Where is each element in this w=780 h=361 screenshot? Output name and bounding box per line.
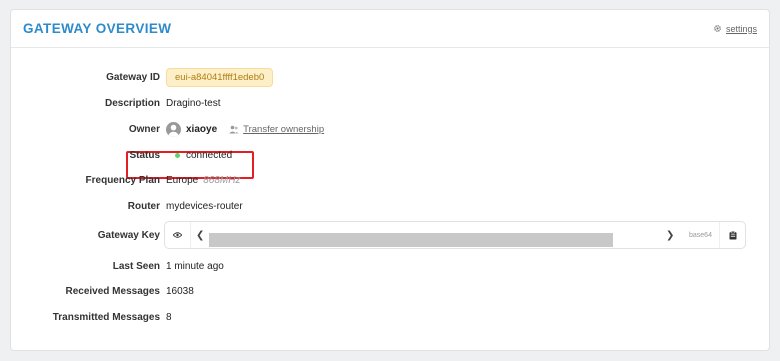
copy-key-button[interactable] bbox=[719, 222, 745, 248]
frequency-region: Europe bbox=[166, 174, 199, 186]
row-status: Status connected bbox=[11, 146, 771, 164]
frequency-plan-label: Frequency Plan bbox=[85, 174, 160, 186]
clipboard-icon bbox=[729, 230, 736, 239]
router-label: Router bbox=[127, 200, 160, 212]
owner-name: xiaoye bbox=[186, 123, 218, 135]
key-scroll-area[interactable]: ❮ ❯ base64 bbox=[191, 222, 719, 248]
router-value: mydevices-router bbox=[166, 200, 243, 212]
owner-value: xiaoye Transfer ownership bbox=[166, 121, 324, 137]
transmitted-messages-value: 8 bbox=[166, 311, 172, 323]
key-scrollbar-thumb[interactable] bbox=[209, 233, 613, 247]
row-router: Router mydevices-router bbox=[11, 197, 771, 215]
description-value: Dragino-test bbox=[166, 97, 221, 109]
gateway-overview-panel: GATEWAY OVERVIEW settings Gateway ID eui… bbox=[10, 9, 770, 351]
status-text: connected bbox=[186, 149, 233, 161]
row-description: Description Dragino-test bbox=[11, 94, 771, 112]
key-encoding-label[interactable]: base64 bbox=[689, 232, 712, 239]
received-messages-label: Received Messages bbox=[65, 285, 160, 297]
gateway-id-value-wrap: eui-a84041ffff1edeb0 bbox=[166, 67, 274, 87]
row-frequency-plan: Frequency Plan Europe 868MHz bbox=[11, 171, 771, 189]
last-seen-label: Last Seen bbox=[112, 260, 160, 272]
description-label: Description bbox=[104, 97, 160, 109]
row-gateway-id: Gateway ID eui-a84041ffff1edeb0 bbox=[11, 67, 771, 87]
gateway-id-label: Gateway ID bbox=[106, 71, 160, 83]
row-transmitted-messages: Transmitted Messages 8 bbox=[11, 308, 771, 326]
panel-header: GATEWAY OVERVIEW settings bbox=[11, 10, 769, 48]
transmitted-messages-label: Transmitted Messages bbox=[52, 311, 160, 323]
chevron-left-icon[interactable]: ❮ bbox=[196, 230, 204, 241]
owner-label: Owner bbox=[128, 123, 160, 135]
settings-label[interactable]: settings bbox=[726, 24, 757, 34]
gateway-key-label: Gateway Key bbox=[97, 229, 160, 241]
gateway-key-field: ❮ ❯ base64 bbox=[164, 221, 746, 249]
user-avatar-icon bbox=[166, 121, 181, 137]
last-seen-value: 1 minute ago bbox=[166, 260, 224, 272]
gateway-id-badge: eui-a84041ffff1edeb0 bbox=[166, 67, 274, 87]
panel-title: GATEWAY OVERVIEW bbox=[23, 21, 172, 36]
status-indicator-dot bbox=[175, 152, 180, 158]
frequency-plan-value: Europe 868MHz bbox=[166, 175, 241, 186]
transfer-ownership-label[interactable]: Transfer ownership bbox=[243, 124, 324, 135]
users-icon bbox=[229, 125, 239, 133]
reveal-key-button[interactable] bbox=[165, 222, 191, 248]
row-last-seen: Last Seen 1 minute ago bbox=[11, 257, 771, 275]
received-messages-value: 16038 bbox=[166, 285, 194, 297]
status-value: connected bbox=[171, 150, 232, 161]
row-owner: Owner xiaoye Transfer ownership bbox=[11, 120, 771, 138]
row-received-messages: Received Messages 16038 bbox=[11, 282, 771, 300]
eye-icon bbox=[173, 232, 182, 238]
settings-link[interactable]: settings bbox=[713, 24, 757, 34]
status-label: Status bbox=[129, 149, 160, 161]
gear-icon bbox=[714, 25, 721, 32]
transfer-ownership-link[interactable]: Transfer ownership bbox=[229, 124, 324, 135]
chevron-right-icon[interactable]: ❯ bbox=[666, 230, 674, 241]
frequency-band: 868MHz bbox=[203, 174, 241, 186]
